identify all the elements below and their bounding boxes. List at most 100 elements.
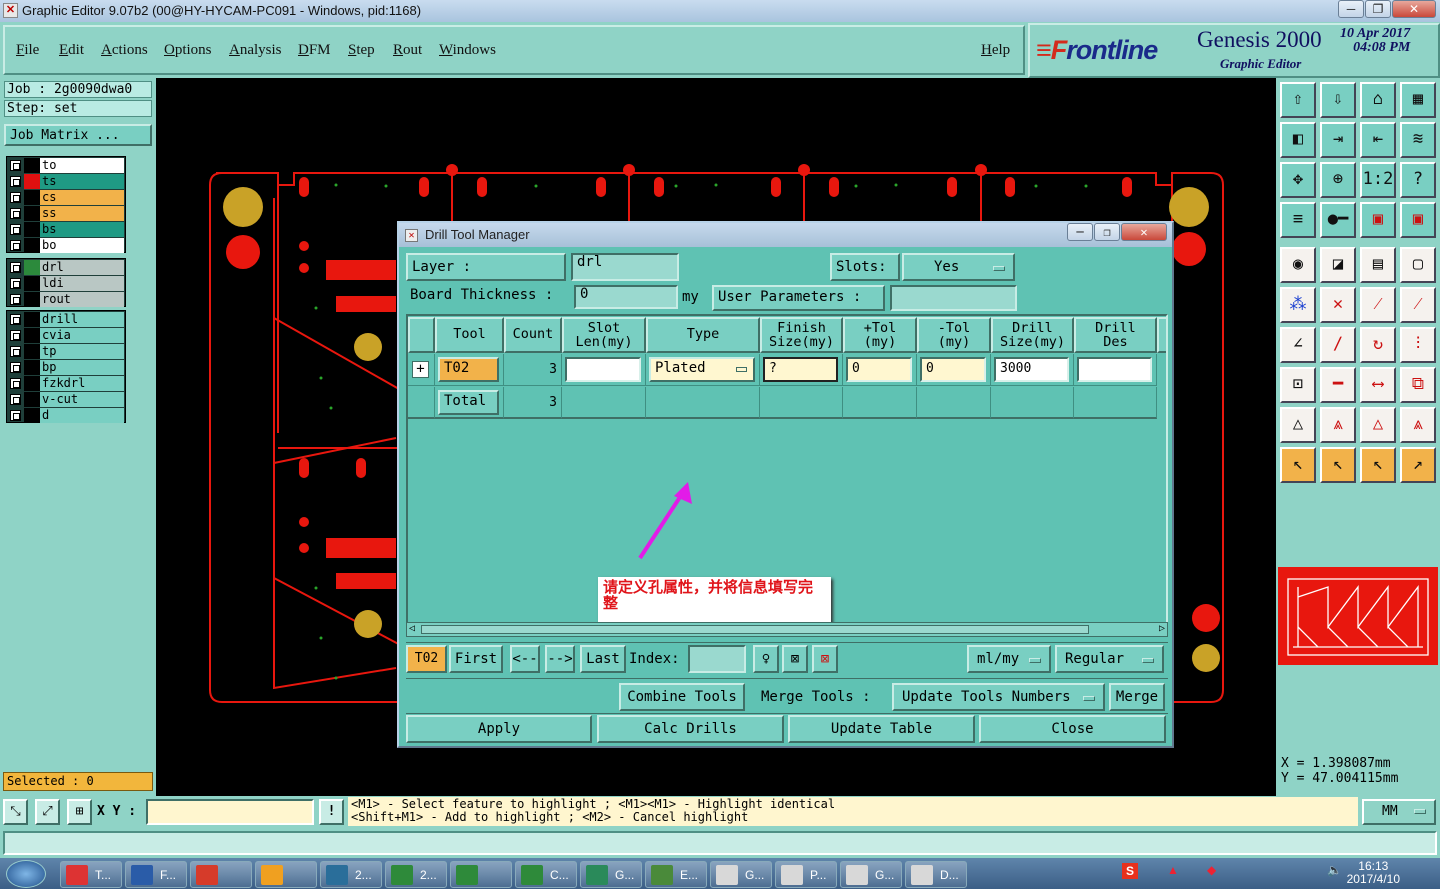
taskbar-item[interactable]	[190, 861, 252, 888]
layer-row-ss[interactable]: ss	[7, 206, 125, 221]
panel-left-icon[interactable]: ◧	[1280, 122, 1316, 158]
square-icon[interactable]: ▢	[1400, 247, 1436, 283]
layer-row-fzkdrl[interactable]: fzkdrl	[7, 376, 125, 391]
line-icon[interactable]: ⁄	[1360, 287, 1396, 323]
light-bulb-icon[interactable]: ♀	[753, 645, 779, 673]
dialog-minimize-button[interactable]: ─	[1067, 223, 1093, 241]
down-icon[interactable]: ⇩	[1320, 82, 1356, 118]
menu-step[interactable]: Step	[348, 42, 375, 59]
grid-red2-icon[interactable]: ▣	[1400, 202, 1436, 238]
xy-input[interactable]	[146, 799, 314, 825]
pointer4-icon[interactable]: ↗	[1400, 447, 1436, 483]
grid-icon[interactable]: ⊞	[67, 799, 92, 825]
layer-row-bs[interactable]: bs	[7, 222, 125, 237]
slots-select[interactable]: Yes	[902, 253, 1015, 281]
window-icon[interactable]: ▦	[1400, 82, 1436, 118]
tray-icon[interactable]: ◆	[1207, 863, 1216, 877]
connect-icon[interactable]: ⁂	[1280, 287, 1316, 323]
layer-checkbox[interactable]	[10, 278, 21, 289]
volume-icon[interactable]: 🔈	[1327, 863, 1342, 877]
taskbar-item[interactable]: T...	[60, 861, 122, 888]
layer-row-rout[interactable]: rout	[7, 292, 125, 307]
layer-row-drill[interactable]: drill	[7, 312, 125, 327]
layer-row-tp[interactable]: tp	[7, 344, 125, 359]
slash-icon[interactable]: ∕	[1320, 327, 1356, 363]
dialog-close-button[interactable]: ✕	[1121, 223, 1167, 241]
layer-row-cs[interactable]: cs	[7, 190, 125, 205]
shape-icon[interactable]: ◪	[1320, 247, 1356, 283]
fit-icon[interactable]: ✥	[1280, 162, 1316, 198]
units-select[interactable]: MM	[1362, 799, 1436, 825]
angle-icon[interactable]: ∠	[1280, 327, 1316, 363]
first-button[interactable]: First	[449, 645, 503, 673]
layer-checkbox[interactable]	[10, 176, 21, 187]
zoom-icon[interactable]: ⊕	[1320, 162, 1356, 198]
rotate-icon[interactable]: ↻	[1360, 327, 1396, 363]
alert-icon[interactable]: !	[319, 799, 344, 825]
layer-checkbox[interactable]	[10, 378, 21, 389]
delete-icon[interactable]: ⊠	[812, 645, 838, 673]
minus-tol-input[interactable]: 0	[920, 357, 986, 382]
menu-rout[interactable]: Rout	[393, 42, 422, 59]
layer-checkbox[interactable]	[10, 330, 21, 341]
taskbar-item[interactable]	[255, 861, 317, 888]
start-button[interactable]	[6, 860, 46, 888]
calc-drills-button[interactable]: Calc Drills	[597, 715, 784, 743]
ratio-icon[interactable]: 1:2	[1360, 162, 1396, 198]
taskbar-item[interactable]: E...	[645, 861, 707, 888]
table-hscrollbar[interactable]: ◁ ▷	[406, 622, 1168, 637]
image-icon[interactable]: ⊠	[782, 645, 808, 673]
panel-right-icon[interactable]: ⇥	[1320, 122, 1356, 158]
measure-icon[interactable]: ⤢	[35, 799, 60, 825]
split-icon[interactable]: ⇤	[1360, 122, 1396, 158]
layer-checkbox[interactable]	[10, 346, 21, 357]
type-select[interactable]: Plated	[649, 357, 755, 382]
menu-analysis[interactable]: Analysis	[229, 42, 282, 59]
step-preview[interactable]	[1278, 567, 1438, 665]
update-tools-numbers-select[interactable]: Update Tools Numbers	[892, 683, 1105, 711]
drill-size-input[interactable]: 3000	[994, 357, 1069, 382]
menu-help[interactable]: Help	[981, 42, 1010, 59]
menu-options[interactable]: Options	[164, 42, 212, 59]
merge-button[interactable]: Merge	[1109, 683, 1165, 711]
taskbar-item[interactable]: C...	[515, 861, 577, 888]
hscroll-thumb[interactable]	[421, 625, 1089, 634]
taskbar-item[interactable]: F...	[125, 861, 187, 888]
line2-icon[interactable]: ⁄	[1400, 287, 1436, 323]
align-icon[interactable]: ⫶	[1400, 327, 1436, 363]
layer-row-v-cut[interactable]: v-cut	[7, 392, 125, 407]
taskbar-item[interactable]: P...	[775, 861, 837, 888]
taskbar-item[interactable]: 2...	[385, 861, 447, 888]
layer-checkbox[interactable]	[10, 410, 21, 421]
layer-checkbox[interactable]	[10, 394, 21, 405]
menu-file[interactable]: File	[16, 42, 39, 59]
up-icon[interactable]: ⇧	[1280, 82, 1316, 118]
taskbar-item[interactable]: D...	[905, 861, 967, 888]
taskbar-item[interactable]: G...	[580, 861, 642, 888]
units-mode-select[interactable]: ml/my	[967, 645, 1051, 673]
prev-button[interactable]: <--	[510, 645, 540, 673]
index-input[interactable]	[688, 645, 746, 673]
row-expand-icon[interactable]: +	[412, 361, 429, 378]
zoom-area-icon[interactable]: ⤡	[3, 799, 28, 825]
triangle2-icon[interactable]: ⩓	[1320, 407, 1356, 443]
layer-row-bp[interactable]: bp	[7, 360, 125, 375]
layer-row-drl[interactable]: drl	[7, 260, 125, 275]
taskbar-item[interactable]	[450, 861, 512, 888]
close-button[interactable]: ✕	[1392, 0, 1436, 18]
update-table-button[interactable]: Update Table	[788, 715, 975, 743]
menu-edit[interactable]: Edit	[59, 42, 84, 59]
measure-icon[interactable]: ⟷	[1360, 367, 1396, 403]
combine-tools-button[interactable]: Combine Tools	[619, 683, 745, 711]
layer-checkbox[interactable]	[10, 262, 21, 273]
close-dialog-button[interactable]: Close	[979, 715, 1166, 743]
plus-tol-input[interactable]: 0	[846, 357, 912, 382]
network-icon[interactable]: ▲	[1167, 863, 1179, 877]
group-icon[interactable]: ⧉	[1400, 367, 1436, 403]
display-mode-select[interactable]: Regular	[1055, 645, 1164, 673]
user-parameters-button[interactable]: User Parameters :	[712, 285, 885, 311]
user-parameters-field[interactable]	[890, 285, 1017, 311]
last-button[interactable]: Last	[580, 645, 626, 673]
ruler-icon[interactable]: ▤	[1360, 247, 1396, 283]
home-icon[interactable]: ⌂	[1360, 82, 1396, 118]
